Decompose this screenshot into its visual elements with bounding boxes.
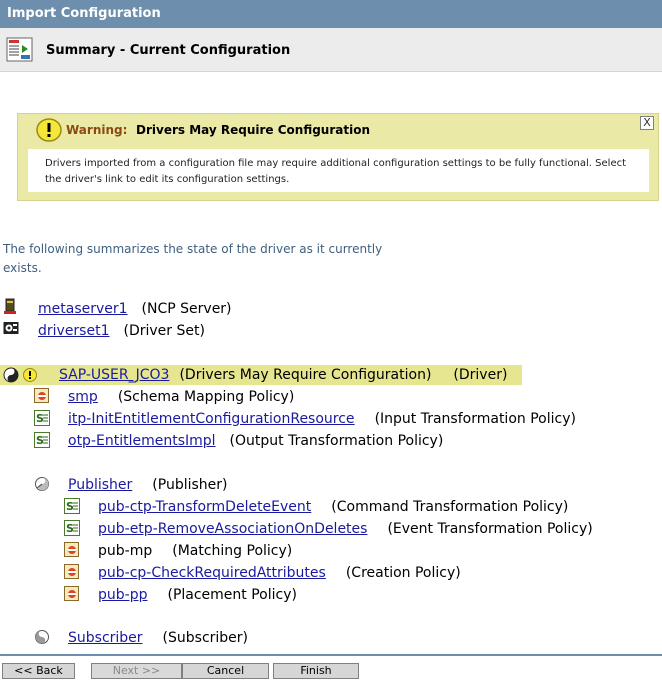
driver-icon	[3, 367, 19, 383]
stylesheet-icon: S	[64, 520, 80, 536]
tree-item-policy: pub-ctp-TransformDeleteEvent (Command Tra…	[98, 498, 568, 516]
tree-item-policy: pub-mp (Matching Policy)	[98, 542, 292, 560]
warning-message-line: Drivers imported from a configuration fi…	[45, 158, 627, 169]
publisher-type: (Publisher)	[152, 477, 228, 493]
tree-item-policy: pub-etp-RemoveAssociationOnDeletes (Event…	[98, 520, 593, 538]
warning-message-line: the driver's link to edit its configurat…	[45, 174, 290, 185]
warning-label: Warning:	[66, 123, 128, 137]
subscriber-icon	[35, 630, 49, 644]
policy-type: (Event Transformation Policy)	[387, 521, 593, 537]
svg-text:S: S	[36, 412, 44, 425]
publisher-icon	[35, 477, 49, 491]
svg-text:S: S	[66, 522, 74, 535]
back-button[interactable]: << Back	[2, 663, 75, 679]
server-link[interactable]: metaserver1	[38, 301, 128, 317]
warning-message: Drivers imported from a configuration fi…	[28, 149, 649, 192]
subscriber-type: (Subscriber)	[162, 630, 249, 646]
policy-link[interactable]: itp-InitEntitlementConfigurationResource	[68, 411, 355, 427]
tree-item-policy: pub-pp (Placement Policy)	[98, 586, 297, 604]
policy-name: pub-mp	[98, 543, 153, 559]
policy-type: (Creation Policy)	[345, 565, 461, 581]
svg-text:S: S	[66, 500, 74, 513]
server-icon	[4, 298, 16, 314]
policy-type: (Schema Mapping Policy)	[117, 389, 295, 405]
policy-type: (Command Transformation Policy)	[331, 499, 569, 515]
summary-intro-line: The following summarizes the state of th…	[3, 242, 383, 256]
tree-item-publisher: Publisher (Publisher)	[68, 476, 227, 494]
policy-icon	[64, 542, 79, 557]
driverset-icon	[3, 322, 19, 334]
warning-panel: Warning: Drivers May Require Configurati…	[17, 113, 659, 201]
stylesheet-icon: S	[34, 432, 50, 448]
close-icon[interactable]: X	[640, 116, 654, 130]
subscriber-link[interactable]: Subscriber	[68, 630, 143, 646]
driver-type: (Driver)	[453, 367, 508, 383]
window-title: Import Configuration	[0, 0, 662, 28]
policy-icon	[64, 564, 79, 579]
policy-link[interactable]: pub-etp-RemoveAssociationOnDeletes	[98, 521, 367, 537]
driver-status: (Drivers May Require Configuration)	[179, 367, 432, 383]
driverset-link[interactable]: driverset1	[38, 323, 110, 339]
summary-intro: The following summarizes the state of th…	[3, 240, 383, 278]
policy-type: (Output Transformation Policy)	[229, 433, 444, 449]
policy-type: (Input Transformation Policy)	[374, 411, 576, 427]
tree-item-policy: otp-EntitlementsImpl (Output Transformati…	[68, 432, 443, 450]
policy-link[interactable]: pub-ctp-TransformDeleteEvent	[98, 499, 311, 515]
policy-link[interactable]: pub-cp-CheckRequiredAttributes	[98, 565, 326, 581]
warning-icon	[23, 368, 37, 382]
policy-link[interactable]: smp	[68, 389, 98, 405]
stylesheet-icon: S	[64, 498, 80, 514]
warning-icon	[36, 118, 62, 142]
policy-link[interactable]: pub-pp	[98, 587, 147, 603]
page-title: Summary - Current Configuration	[46, 43, 291, 58]
page-header: Summary - Current Configuration	[0, 28, 662, 72]
driverset-type: (Driver Set)	[123, 323, 205, 339]
summary-icon	[6, 37, 33, 62]
next-button[interactable]: Next >>	[91, 663, 182, 679]
driver-link[interactable]: SAP-USER_JCO3	[59, 367, 169, 383]
tree-item-policy: smp (Schema Mapping Policy)	[68, 388, 294, 406]
tree-item-policy: itp-InitEntitlementConfigurationResource…	[68, 410, 576, 428]
server-type: (NCP Server)	[141, 301, 232, 317]
tree-item-subscriber: Subscriber (Subscriber)	[68, 629, 248, 647]
tree-item-server: metaserver1 (NCP Server)	[38, 300, 232, 318]
policy-icon	[64, 586, 79, 601]
stylesheet-icon: S	[34, 410, 50, 426]
policy-link[interactable]: otp-EntitlementsImpl	[68, 433, 216, 449]
warning-title: Drivers May Require Configuration	[136, 123, 370, 137]
button-bar: << Back Next >> Cancel Finish	[0, 654, 662, 680]
cancel-button[interactable]: Cancel	[182, 663, 269, 679]
tree-item-policy: pub-cp-CheckRequiredAttributes (Creation …	[98, 564, 461, 582]
tree-item-driverset: driverset1 (Driver Set)	[38, 322, 205, 340]
tree-item-driver: SAP-USER_JCO3 (Drivers May Require Config…	[59, 366, 507, 384]
summary-intro-line: exists.	[3, 261, 42, 275]
finish-button[interactable]: Finish	[273, 663, 359, 679]
policy-icon	[34, 388, 49, 403]
svg-text:S: S	[36, 434, 44, 447]
policy-type: (Matching Policy)	[172, 543, 293, 559]
policy-type: (Placement Policy)	[167, 587, 297, 603]
publisher-link[interactable]: Publisher	[68, 477, 132, 493]
